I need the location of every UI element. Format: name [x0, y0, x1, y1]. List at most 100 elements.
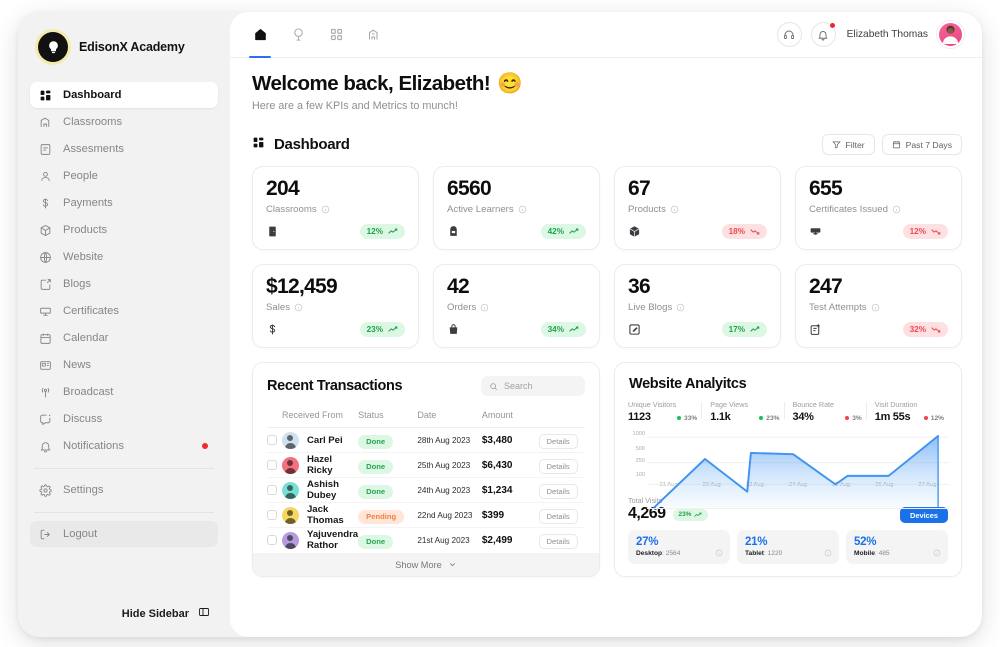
row-action-cell[interactable]: Details [538, 477, 585, 503]
row-action-cell[interactable]: Details [538, 427, 585, 453]
sidebar-item-assesments[interactable]: Assesments [30, 136, 218, 162]
kpi-card-live-blogs[interactable]: 36 Live Blogs 17% [614, 264, 781, 348]
metric-delta: 23% [759, 415, 780, 422]
row-amount: $2,499 [481, 534, 513, 546]
main-panel: Elizabeth Thomas Welcome back, Elizabeth… [230, 12, 982, 637]
metric-key: Unique Visitors [628, 400, 677, 409]
show-more-button[interactable]: Show More [253, 553, 599, 576]
kpi-card-classrooms[interactable]: 204 Classrooms 12% [252, 166, 419, 250]
kpi-value: $12,459 [266, 275, 338, 298]
kpi-delta-chip: 34% [540, 322, 586, 337]
sidebar-item-settings[interactable]: Settings [30, 477, 218, 503]
panel-collapse-icon [198, 606, 210, 621]
row-select-cell[interactable] [267, 452, 282, 478]
device-card-tablet[interactable]: 21% Tablet: 1220 [737, 530, 839, 564]
kpi-card-products[interactable]: 67 Products 18% [614, 166, 781, 250]
brand[interactable]: EdisonX Academy [30, 12, 218, 76]
topbar: Elizabeth Thomas [230, 12, 982, 58]
details-button[interactable]: Details [538, 434, 578, 449]
metric-bounce-rate: Bounce Rate 34% 3% [783, 400, 866, 423]
metric-key: Page Views [710, 400, 749, 409]
table-row[interactable]: Carl Pei Done 28th Aug 2023 $3,480 Detai… [267, 427, 585, 453]
sidebar-item-products[interactable]: Products [30, 217, 218, 243]
device-percent: 52% [854, 536, 877, 548]
avatar [281, 481, 299, 499]
sidebar-item-notifications[interactable]: Notifications [30, 433, 218, 459]
sidebar-item-label: People [63, 170, 98, 182]
support-button[interactable] [776, 22, 802, 47]
visits-area-chart: 1000 500 250 100 [625, 430, 949, 509]
row-date: 24th Aug 2023 [417, 477, 482, 503]
table-row[interactable]: Ashish Dubey Done 24th Aug 2023 $1,234 D… [267, 477, 585, 503]
row-select-cell[interactable] [267, 427, 282, 453]
details-button[interactable]: Details [538, 509, 578, 524]
sidebar-item-broadcast[interactable]: Broadcast [30, 379, 218, 405]
assessment-icon [39, 143, 52, 156]
row-name: Yajuvendra Rathor [306, 529, 359, 552]
kpi-label: Products [628, 204, 767, 215]
compass-icon [291, 27, 306, 42]
kpi-delta-chip: 42% [540, 224, 586, 239]
page-title: Welcome back, Elizabeth! 😊 [252, 72, 962, 96]
row-select-cell[interactable] [267, 477, 282, 503]
chart-svg [647, 435, 949, 509]
kpi-card-sales[interactable]: $12,459 Sales 23% [252, 264, 419, 348]
sidebar-item-news[interactable]: News [30, 352, 218, 378]
sidebar-item-calendar[interactable]: Calendar [30, 325, 218, 351]
row-checkbox[interactable] [267, 435, 277, 445]
sidebar-item-label: Assesments [63, 143, 124, 155]
sidebar-item-payments[interactable]: Payments [30, 190, 218, 216]
tab-explore[interactable] [282, 12, 314, 57]
date-range-button[interactable]: Past 7 Days [881, 134, 962, 155]
row-action-cell[interactable]: Details [538, 502, 585, 528]
status-badge: Pending [358, 509, 405, 524]
table-row[interactable]: Jack Thomas Pending 22nd Aug 2023 $399 D… [267, 502, 585, 528]
row-select-cell[interactable] [267, 502, 282, 528]
kpi-label: Active Learners [447, 204, 586, 215]
transactions-header: Recent Transactions [253, 363, 599, 407]
sidebar-item-logout[interactable]: Logout [30, 521, 218, 547]
search-input[interactable] [504, 381, 577, 391]
sidebar-item-people[interactable]: People [30, 163, 218, 189]
sidebar-item-blogs[interactable]: Blogs [30, 271, 218, 297]
kpi-label: Live Blogs [628, 302, 767, 313]
sidebar-item-classrooms[interactable]: Classrooms [30, 109, 218, 135]
kpi-label: Sales [266, 302, 405, 313]
tab-home[interactable] [244, 12, 276, 58]
tab-reports[interactable] [358, 12, 390, 57]
details-button[interactable]: Details [538, 484, 578, 499]
filter-button[interactable]: Filter [821, 134, 875, 155]
hide-sidebar-button[interactable]: Hide Sidebar [30, 606, 218, 621]
row-select-cell[interactable] [267, 528, 282, 553]
tab-apps[interactable] [320, 12, 352, 57]
row-checkbox[interactable] [267, 460, 277, 470]
kpi-card-test-attempts[interactable]: 247 Test Attempts 32% [795, 264, 962, 348]
kpi-card-active-learners[interactable]: 6560 Active Learners 42% [433, 166, 600, 250]
details-button[interactable]: Details [538, 459, 578, 474]
sidebar-item-dashboard[interactable]: Dashboard [30, 82, 218, 108]
avatar[interactable] [937, 21, 964, 48]
device-card-desktop[interactable]: 27% Desktop: 2564 [628, 530, 730, 564]
device-label: Tablet: 1220 [745, 550, 783, 557]
row-checkbox[interactable] [267, 510, 277, 520]
row-checkbox[interactable] [267, 535, 277, 546]
kpi-value: 247 [809, 275, 843, 298]
sidebar-item-certificates[interactable]: Certificates [30, 298, 218, 324]
row-action-cell[interactable]: Details [538, 452, 585, 478]
device-card-mobile[interactable]: 52% Mobile: 485 [846, 530, 948, 564]
row-action-cell[interactable]: Details [538, 528, 586, 553]
transactions-search[interactable] [481, 376, 585, 396]
row-checkbox[interactable] [267, 485, 277, 495]
table-row[interactable]: Yajuvendra Rathor Done 21st Aug 2023 $2,… [267, 528, 585, 553]
row-status-cell: Done [358, 528, 417, 553]
details-button[interactable]: Details [538, 534, 578, 550]
kpi-card-orders[interactable]: 42 Orders 34% [433, 264, 600, 348]
sidebar-item-website[interactable]: Website [30, 244, 218, 270]
kpi-card-certificates-issued[interactable]: 655 Certificates Issued 12% [795, 166, 962, 250]
metric-value: 1.1k [710, 411, 731, 423]
table-row[interactable]: Hazel Ricky Done 25th Aug 2023 $6,430 De… [267, 452, 585, 478]
notifications-button[interactable] [810, 22, 836, 47]
info-icon [677, 303, 685, 311]
sidebar-item-discuss[interactable]: Discuss [30, 406, 218, 432]
col-actions [538, 407, 585, 428]
